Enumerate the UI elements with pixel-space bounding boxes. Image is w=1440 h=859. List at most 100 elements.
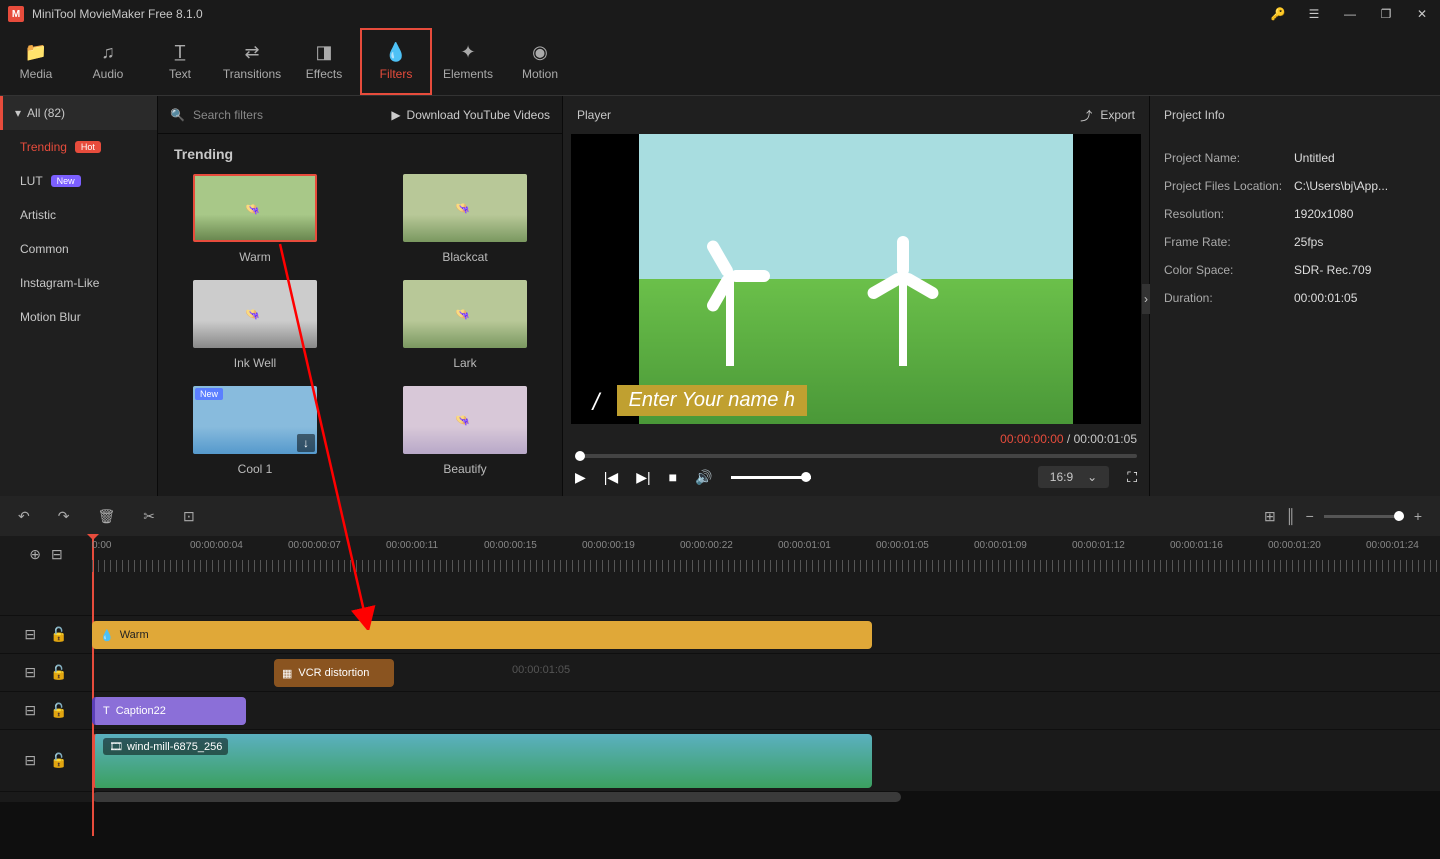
chevron-down-icon: ⌄ — [1087, 470, 1097, 484]
key-icon[interactable]: 🔑 — [1268, 4, 1288, 24]
ruler-tick: 00:00:01:01 — [778, 540, 831, 551]
lock-icon[interactable]: 🔓 — [50, 752, 67, 769]
filter-card-beautify[interactable]: 👒Beautify — [384, 386, 546, 476]
folder-icon: 📁 — [25, 42, 47, 63]
filter-thumb: 👒 — [403, 174, 527, 242]
effect-icon: ▦ — [282, 667, 292, 680]
crop-button[interactable]: ⊡ — [183, 508, 195, 525]
tool-text[interactable]: T̲Text — [144, 28, 216, 95]
ruler-tick: 00:00:01:20 — [1268, 540, 1321, 551]
play-button[interactable]: ▶ — [575, 469, 586, 486]
tool-audio[interactable]: ♫Audio — [72, 28, 144, 95]
lock-icon[interactable]: 🔓 — [50, 702, 67, 719]
filter-thumb: 👒 — [403, 280, 527, 348]
cut-button[interactable]: ✂ — [143, 508, 155, 525]
track-toggle-icon[interactable]: ⊟ — [24, 664, 36, 681]
zoom-slider[interactable] — [1324, 515, 1404, 518]
info-value: 00:00:01:05 — [1294, 291, 1357, 305]
sidebar-item-lut[interactable]: LUTNew — [0, 164, 157, 198]
clip-effect[interactable]: ▦VCR distortion — [274, 659, 394, 687]
aspect-ratio-select[interactable]: 16:9⌄ — [1038, 466, 1109, 488]
delete-button[interactable]: 🗑 — [97, 508, 115, 525]
tool-transitions[interactable]: ⇄Transitions — [216, 28, 288, 95]
snap-button[interactable]: ║ — [1286, 508, 1296, 524]
minimize-button[interactable]: — — [1340, 4, 1360, 24]
sidebar-all[interactable]: ▾All (82) — [0, 96, 157, 130]
filter-card-lark[interactable]: 👒Lark — [384, 280, 546, 370]
ruler-tick: 0:00 — [92, 540, 111, 551]
player-video[interactable]: Enter Your name h — [571, 134, 1141, 424]
zoom-in-button[interactable]: + — [1414, 508, 1422, 524]
export-icon: ⤴ — [1080, 107, 1092, 124]
sidebar-item-trending[interactable]: TrendingHot — [0, 130, 157, 164]
clip-caption[interactable]: TCaption22 — [92, 697, 246, 725]
filter-thumb: 👒 — [403, 386, 527, 454]
info-label: Project Files Location: — [1164, 179, 1294, 193]
fullscreen-button[interactable]: ⛶ — [1127, 469, 1137, 486]
filter-icon: 💧 — [385, 42, 407, 63]
filter-card-inkwell[interactable]: 👒Ink Well — [174, 280, 336, 370]
player-panel: Player ⤴Export Enter Your name h 00:00:0… — [562, 96, 1150, 496]
music-icon: ♫ — [101, 42, 115, 63]
zoom-out-button[interactable]: − — [1306, 508, 1314, 524]
track-toggle-icon[interactable]: ⊟ — [24, 626, 36, 643]
filter-card-cool1[interactable]: New↓Cool 1 — [174, 386, 336, 476]
app-title: MiniTool MovieMaker Free 8.1.0 — [32, 7, 203, 21]
info-value: Untitled — [1294, 151, 1335, 165]
volume-icon[interactable]: 🔊 — [695, 469, 712, 486]
tool-media[interactable]: 📁Media — [0, 28, 72, 95]
undo-button[interactable]: ↶ — [18, 508, 30, 525]
sidebar-item-instagram[interactable]: Instagram-Like — [0, 266, 157, 300]
export-button[interactable]: ⤴Export — [1080, 107, 1135, 124]
info-value: 25fps — [1294, 235, 1323, 249]
clip-filter[interactable]: 💧Warm — [92, 621, 872, 649]
sidebar-item-motionblur[interactable]: Motion Blur — [0, 300, 157, 334]
info-label: Duration: — [1164, 291, 1294, 305]
sidebar-item-common[interactable]: Common — [0, 232, 157, 266]
player-title: Player — [577, 108, 611, 122]
track-menu-button[interactable]: ⊟ — [51, 546, 63, 563]
filter-panel: 🔍Search filters ▶Download YouTube Videos… — [158, 96, 562, 496]
clip-video[interactable]: 🎞wind-mill-6875_256 — [92, 734, 872, 788]
lock-icon[interactable]: 🔓 — [50, 626, 67, 643]
info-label: Color Space: — [1164, 263, 1294, 277]
lock-icon[interactable]: 🔓 — [50, 664, 67, 681]
prev-frame-button[interactable]: |◀ — [604, 469, 618, 486]
download-youtube-link[interactable]: ▶Download YouTube Videos — [391, 108, 550, 122]
tool-effects[interactable]: ◨Effects — [288, 28, 360, 95]
ruler-tick: 00:00:01:05 — [876, 540, 929, 551]
hot-badge: Hot — [75, 141, 101, 153]
menu-icon[interactable]: ☰ — [1304, 4, 1324, 24]
timeline-ruler[interactable]: 0:0000:00:00:0400:00:00:0700:00:00:1100:… — [92, 536, 1440, 572]
ruler-tick: 00:00:01:24 — [1366, 540, 1419, 551]
fit-button[interactable]: ⊞ — [1264, 508, 1276, 525]
video-icon: 🎞 — [109, 740, 123, 753]
stop-button[interactable]: ■ — [669, 469, 677, 485]
titlebar: M MiniTool MovieMaker Free 8.1.0 🔑 ☰ — ❐… — [0, 0, 1440, 28]
tool-filters[interactable]: 💧Filters — [360, 28, 432, 95]
elements-icon: ✦ — [460, 42, 475, 63]
filter-card-blackcat[interactable]: 👒Blackcat — [384, 174, 546, 264]
horizontal-scrollbar[interactable] — [92, 792, 1440, 802]
maximize-button[interactable]: ❐ — [1376, 4, 1396, 24]
tool-motion[interactable]: ◉Motion — [504, 28, 576, 95]
track-toggle-icon[interactable]: ⊟ — [24, 752, 36, 769]
close-button[interactable]: ✕ — [1412, 4, 1432, 24]
volume-slider[interactable] — [731, 476, 811, 479]
new-badge: New — [51, 175, 81, 187]
filter-card-warm[interactable]: 👒Warm — [174, 174, 336, 264]
next-frame-button[interactable]: ▶| — [636, 469, 650, 486]
sidebar-item-artistic[interactable]: Artistic — [0, 198, 157, 232]
collapse-button[interactable]: › — [1142, 284, 1150, 314]
track-toggle-icon[interactable]: ⊟ — [24, 702, 36, 719]
text-icon: T — [103, 705, 110, 717]
tool-elements[interactable]: ✦Elements — [432, 28, 504, 95]
player-slider[interactable] — [575, 454, 1137, 458]
add-track-button[interactable]: ⊕ — [29, 546, 41, 563]
search-input[interactable]: 🔍Search filters — [170, 108, 263, 122]
chevron-down-icon: ▾ — [15, 106, 21, 120]
ruler-tick: 00:00:00:04 — [190, 540, 243, 551]
redo-button[interactable]: ↷ — [58, 508, 70, 525]
info-value: SDR- Rec.709 — [1294, 263, 1371, 277]
ruler-tick: 00:00:01:12 — [1072, 540, 1125, 551]
